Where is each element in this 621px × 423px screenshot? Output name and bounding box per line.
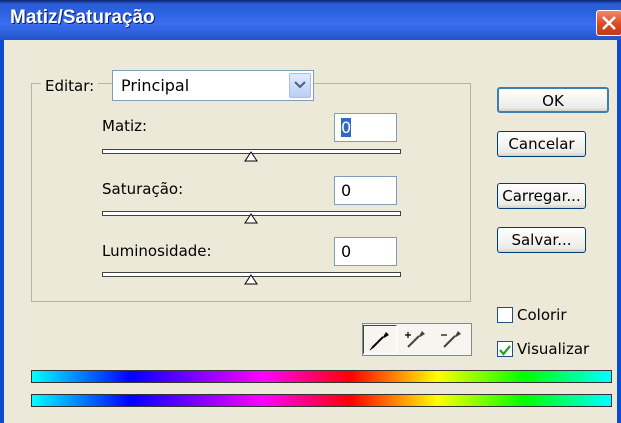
output-hue-spectrum-bar bbox=[31, 394, 612, 407]
colorize-checkbox[interactable] bbox=[497, 307, 513, 323]
saturation-input[interactable]: 0 bbox=[334, 176, 397, 205]
window-title: Matiz/Saturação bbox=[10, 7, 155, 28]
chevron-down-icon bbox=[294, 81, 306, 89]
preview-label: Visualizar bbox=[517, 340, 590, 358]
lightness-slider-thumb[interactable] bbox=[244, 274, 258, 285]
colorize-label: Colorir bbox=[517, 306, 567, 324]
eyedropper-icon bbox=[369, 332, 389, 351]
lightness-value: 0 bbox=[341, 242, 352, 261]
eyedropper-plus-icon bbox=[405, 331, 425, 348]
window-border-left bbox=[0, 40, 4, 423]
window-border-right bbox=[617, 40, 621, 423]
eyedropper-button[interactable] bbox=[363, 325, 397, 354]
ok-button[interactable]: OK bbox=[497, 87, 609, 113]
saturation-label: Saturação: bbox=[102, 180, 184, 198]
save-button[interactable]: Salvar... bbox=[497, 227, 586, 253]
edit-select[interactable]: Principal bbox=[112, 70, 314, 101]
hue-label: Matiz: bbox=[102, 117, 148, 135]
saturation-slider-thumb[interactable] bbox=[244, 213, 258, 224]
checkmark-icon bbox=[499, 345, 511, 356]
hue-input[interactable]: 0 bbox=[334, 113, 397, 142]
close-button[interactable] bbox=[596, 10, 621, 36]
close-icon bbox=[602, 16, 616, 30]
eyedropper-add-button[interactable] bbox=[399, 325, 433, 354]
input-hue-spectrum-bar bbox=[31, 370, 612, 383]
cancel-button[interactable]: Cancelar bbox=[497, 131, 586, 157]
title-bar[interactable]: Matiz/Saturação bbox=[0, 0, 621, 40]
edit-group-box bbox=[31, 83, 471, 302]
load-button[interactable]: Carregar... bbox=[497, 183, 586, 209]
lightness-input[interactable]: 0 bbox=[334, 237, 397, 266]
saturation-value: 0 bbox=[341, 181, 352, 200]
edit-select-value: Principal bbox=[121, 76, 190, 95]
lightness-label: Luminosidade: bbox=[102, 242, 212, 260]
hue-slider-thumb[interactable] bbox=[244, 151, 258, 162]
eyedropper-toolbar bbox=[362, 323, 472, 356]
edit-label: Editar: bbox=[41, 77, 99, 95]
eyedropper-subtract-button[interactable] bbox=[435, 325, 469, 354]
preview-checkbox[interactable] bbox=[497, 341, 513, 357]
dialog-window: Matiz/Saturação Editar: Principal Matiz:… bbox=[0, 0, 621, 423]
hue-value: 0 bbox=[341, 118, 352, 137]
eyedropper-minus-icon bbox=[441, 331, 461, 348]
edit-dropdown-button[interactable] bbox=[289, 73, 311, 98]
